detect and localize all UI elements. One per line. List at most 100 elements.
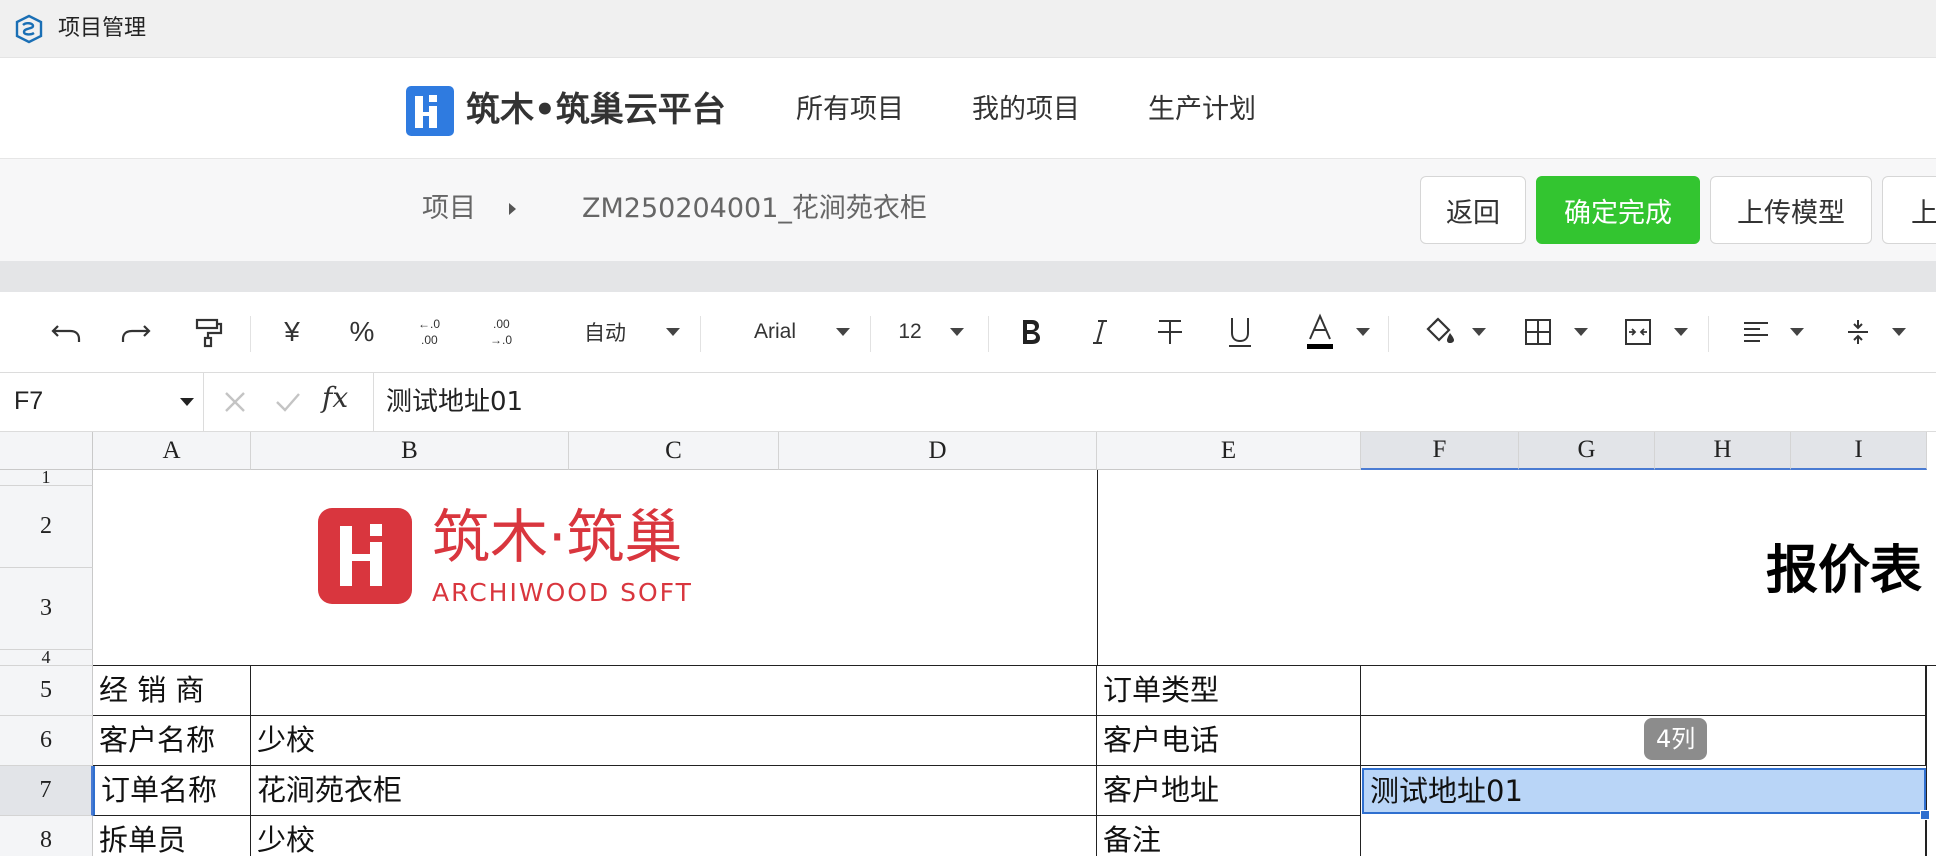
align-left-icon[interactable]: [1736, 312, 1776, 352]
chevron-down-icon[interactable]: [1790, 328, 1804, 336]
toolbar-separator: [700, 316, 701, 352]
svg-text:←.0: ←.0: [418, 317, 440, 331]
decrease-decimal-icon[interactable]: ←.0 .00: [412, 312, 452, 352]
cell-b7[interactable]: 花涧苑衣柜: [251, 766, 1097, 816]
cell-e6[interactable]: 客户电话: [1097, 716, 1361, 766]
number-format-select[interactable]: 自动: [570, 312, 640, 352]
cell-b8[interactable]: 少校: [251, 816, 1097, 856]
column-header-f[interactable]: F: [1361, 432, 1519, 470]
row-header-8[interactable]: 8: [0, 816, 93, 856]
cell-a6[interactable]: 客户名称: [93, 716, 251, 766]
underline-icon[interactable]: [1220, 312, 1260, 352]
redo-icon[interactable]: [116, 312, 156, 352]
border-icon[interactable]: [1518, 312, 1558, 352]
column-header-e[interactable]: E: [1097, 432, 1361, 470]
vertical-align-icon[interactable]: [1838, 312, 1878, 352]
app-logo-icon: [15, 14, 43, 44]
chevron-down-icon[interactable]: [1674, 328, 1688, 336]
breadcrumb-root[interactable]: 项目: [422, 189, 476, 229]
column-header-a[interactable]: A: [93, 432, 251, 470]
confirm-formula-icon[interactable]: [274, 389, 302, 415]
selection-size-tooltip: 4列: [1644, 718, 1708, 760]
column-header-g[interactable]: G: [1519, 432, 1655, 470]
row-header-7[interactable]: 7: [0, 766, 93, 816]
cancel-formula-icon[interactable]: [222, 389, 248, 415]
cell-border: [1926, 666, 1927, 856]
cell-a5[interactable]: 经 销 商: [93, 666, 251, 716]
app-header: 筑木•筑巢云平台 所有项目 我的项目 生产计划: [0, 58, 1936, 159]
font-color-icon[interactable]: [1300, 312, 1340, 352]
svg-text:→.0: →.0: [490, 333, 512, 347]
cell-e8[interactable]: 备注: [1097, 816, 1361, 856]
chevron-down-icon[interactable]: [1892, 328, 1906, 336]
row-header-2[interactable]: 2: [0, 486, 93, 568]
row-header-6[interactable]: 6: [0, 716, 93, 766]
chevron-down-icon[interactable]: [1472, 328, 1486, 336]
company-logo-icon: [318, 508, 412, 604]
nav-item-my-projects[interactable]: 我的项目: [972, 90, 1080, 130]
merge-cells-icon[interactable]: [1618, 312, 1658, 352]
brand-name: 筑木•筑巢云平台: [466, 90, 726, 130]
cell-f5[interactable]: [1361, 666, 1926, 716]
window-title: 项目管理: [58, 16, 147, 41]
percent-format-button[interactable]: %: [342, 312, 382, 352]
more-action-button[interactable]: 上: [1882, 176, 1936, 244]
column-header-d[interactable]: D: [779, 432, 1097, 470]
sheet-toolbar: ¥ % ←.0 .00 .00 →.0 自动 Arial 12: [0, 292, 1936, 372]
cell-e7[interactable]: 客户地址: [1097, 766, 1361, 816]
cell-e5[interactable]: 订单类型: [1097, 666, 1361, 716]
window-titlebar: 项目管理: [0, 0, 1936, 58]
formula-actions: fx: [204, 373, 374, 431]
function-icon[interactable]: fx: [322, 381, 348, 414]
row-header-1[interactable]: 1: [0, 470, 93, 486]
format-painter-icon[interactable]: [188, 312, 228, 352]
cell-border: [1097, 470, 1098, 666]
svg-text:.00: .00: [421, 333, 438, 347]
font-family-select[interactable]: Arial: [740, 312, 810, 352]
cell-f7-selected[interactable]: 测试地址01: [1362, 768, 1926, 814]
row-header-4[interactable]: 4: [0, 650, 93, 666]
row-header-5[interactable]: 5: [0, 666, 93, 716]
cell-a8[interactable]: 拆单员: [93, 816, 251, 856]
confirm-complete-button[interactable]: 确定完成: [1536, 176, 1700, 244]
cell-a7[interactable]: 订单名称: [93, 766, 251, 816]
chevron-down-icon[interactable]: [950, 328, 964, 336]
cell-b5[interactable]: [251, 666, 1097, 716]
select-all-corner[interactable]: [0, 432, 93, 470]
report-title: 报价表: [1766, 541, 1923, 601]
chevron-down-icon[interactable]: [1356, 328, 1370, 336]
nav-item-production-plan[interactable]: 生产计划: [1148, 90, 1256, 130]
brand-logo-icon: [406, 86, 454, 136]
company-logo-cn: 筑木·筑巢: [432, 503, 683, 571]
cell-b6[interactable]: 少校: [251, 716, 1097, 766]
fill-handle[interactable]: [1920, 810, 1930, 820]
cell-f8[interactable]: [1361, 816, 1926, 856]
font-size-select[interactable]: 12: [890, 312, 930, 352]
name-box-value: F7: [14, 387, 44, 415]
column-header-h[interactable]: H: [1655, 432, 1791, 470]
toolbar-separator: [1708, 316, 1709, 352]
upload-model-button[interactable]: 上传模型: [1710, 176, 1872, 244]
increase-decimal-icon[interactable]: .00 →.0: [484, 312, 524, 352]
toolbar-separator: [988, 316, 989, 352]
column-header-c[interactable]: C: [569, 432, 779, 470]
column-header-b[interactable]: B: [251, 432, 569, 470]
fill-color-icon[interactable]: [1420, 312, 1460, 352]
chevron-right-icon: [509, 203, 516, 215]
currency-format-button[interactable]: ¥: [272, 312, 312, 352]
chevron-down-icon[interactable]: [666, 328, 680, 336]
toolbar-separator: [1388, 316, 1389, 352]
bold-icon[interactable]: [1010, 312, 1050, 352]
column-header-i[interactable]: I: [1791, 432, 1927, 470]
chevron-down-icon[interactable]: [180, 398, 194, 406]
italic-icon[interactable]: [1080, 312, 1120, 352]
nav-item-all-projects[interactable]: 所有项目: [796, 90, 904, 130]
strikethrough-icon[interactable]: [1150, 312, 1190, 352]
chevron-down-icon[interactable]: [836, 328, 850, 336]
row-header-3[interactable]: 3: [0, 568, 93, 650]
name-box[interactable]: F7: [0, 373, 204, 431]
chevron-down-icon[interactable]: [1574, 328, 1588, 336]
undo-icon[interactable]: [46, 312, 86, 352]
formula-input[interactable]: 测试地址01: [386, 385, 523, 419]
back-button[interactable]: 返回: [1420, 176, 1526, 244]
